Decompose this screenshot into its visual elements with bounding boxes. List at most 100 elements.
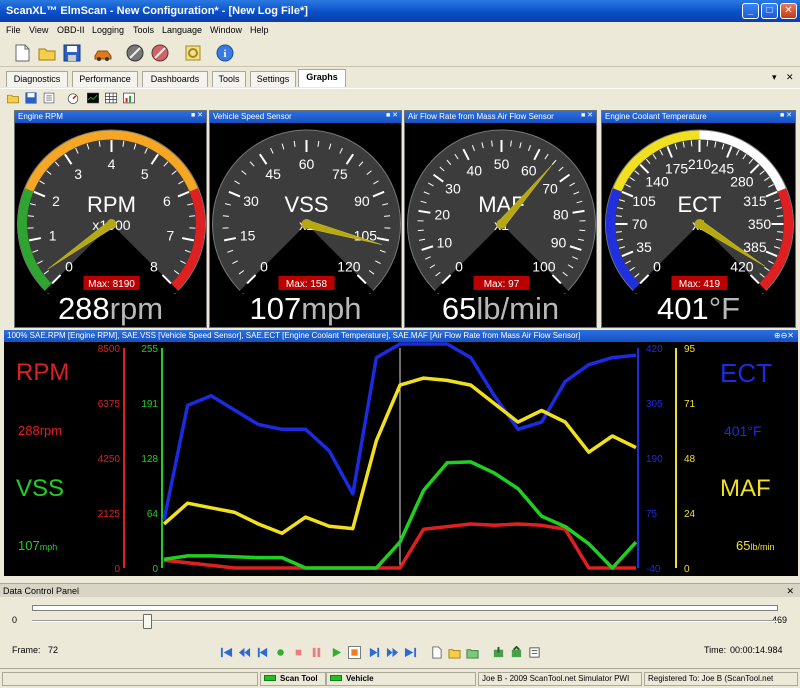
menu-file[interactable]: File	[6, 25, 21, 35]
gauge-tick-label: 105	[632, 193, 656, 209]
graph-view-icon[interactable]	[86, 91, 100, 105]
step-back-icon[interactable]	[256, 646, 269, 659]
disconnect-icon[interactable]	[150, 43, 170, 63]
table-view-icon[interactable]	[104, 91, 118, 105]
chart-export-icon[interactable]	[122, 91, 136, 105]
log-settings-icon[interactable]	[528, 646, 541, 659]
menu-help[interactable]: Help	[250, 25, 269, 35]
save-icon[interactable]	[62, 43, 82, 63]
graph-axis-label: 190	[646, 454, 663, 465]
gauge-tick-label: 7	[166, 228, 174, 244]
open-folder-icon[interactable]	[37, 43, 57, 63]
dcp-close-icon[interactable]: ✕	[786, 584, 794, 598]
time-value: 00:00:14.984	[730, 645, 783, 655]
gauge-tick-label: 10	[437, 235, 453, 251]
frame-slider-thumb[interactable]	[142, 614, 152, 629]
menu-window[interactable]: Window	[210, 25, 242, 35]
connect-icon[interactable]	[125, 43, 145, 63]
gauge-tick-label: 420	[730, 258, 754, 274]
gauge-icon[interactable]	[66, 91, 80, 105]
play-icon[interactable]	[330, 646, 343, 659]
reading-value: 288	[57, 291, 110, 326]
first-frame-icon[interactable]	[220, 646, 233, 659]
gauge-tick-label: 1	[49, 228, 57, 244]
menu-view[interactable]: View	[29, 25, 48, 35]
gauge-tick-label: 175	[665, 161, 689, 177]
pause-icon[interactable]	[310, 646, 323, 659]
data-control-panel: 0 469 Frame: 72 Time: 00:00:14.984	[0, 597, 800, 667]
gauge-panel-ect: Engine Coolant Temperature ■ ✕ 0 35 70 105 1…	[601, 110, 796, 328]
svg-text:i: i	[223, 48, 226, 60]
tab-tools[interactable]: Tools	[212, 71, 246, 87]
menu-logging[interactable]: Logging	[92, 25, 124, 35]
panel-buttons-icon[interactable]: ■ ✕	[581, 111, 593, 119]
vehicle-icon[interactable]	[93, 43, 113, 63]
properties-icon[interactable]	[42, 91, 56, 105]
gauge-tick-label: 70	[542, 181, 558, 197]
gauge-reading: 65lb/min	[405, 293, 596, 325]
graph-axis-label: 305	[646, 399, 663, 410]
step-forward-icon[interactable]	[368, 646, 381, 659]
panel-buttons-icon[interactable]: ■ ✕	[191, 111, 203, 119]
gauge-tick-label: 30	[445, 181, 461, 197]
minor-tick	[615, 231, 622, 233]
graph-title-bar: 100% SAE.RPM [Engine RPM], SAE.VSS [Vehi…	[4, 330, 798, 342]
menu-obd2[interactable]: OBD-II	[57, 25, 85, 35]
maf-gauge: 0102030405060708090100MAFx1Max: 97	[407, 129, 596, 294]
open-folder-icon[interactable]	[6, 91, 20, 105]
stop-icon[interactable]	[292, 646, 305, 659]
rewind-icon[interactable]	[238, 646, 251, 659]
svg-text:107mph: 107mph	[18, 538, 57, 553]
record-icon[interactable]	[274, 646, 287, 659]
minor-tick	[384, 215, 391, 217]
panel-buttons-icon[interactable]: ■ ✕	[780, 111, 792, 119]
tab-close-icon[interactable]: ✕	[786, 72, 794, 83]
tab-strip: Diagnostics Performance Dashboards Tools…	[0, 69, 800, 87]
new-file-icon[interactable]	[12, 43, 32, 63]
minimize-button[interactable]: _	[742, 3, 759, 19]
tab-diagnostics[interactable]: Diagnostics	[6, 71, 68, 87]
save-log-icon[interactable]	[466, 646, 479, 659]
tab-dashboards[interactable]: Dashboards	[142, 71, 208, 87]
gauge-tick-label: 70	[632, 216, 648, 232]
minor-tick	[777, 215, 784, 217]
minor-tick	[706, 140, 709, 147]
settings-icon[interactable]	[183, 43, 203, 63]
range-min: 0	[12, 615, 18, 625]
menu-tools[interactable]: Tools	[133, 25, 154, 35]
graph-axis-label: 8500	[98, 344, 121, 355]
minor-tick	[690, 140, 693, 147]
graph-axis-label: 0	[152, 564, 158, 575]
menu-bar: File View OBD-II Logging Tools Language …	[0, 22, 800, 39]
import-icon[interactable]	[492, 646, 505, 659]
save-icon[interactable]	[24, 91, 38, 105]
graph-axis-label: 2125	[98, 509, 121, 520]
maximize-button[interactable]: □	[761, 3, 778, 19]
graph-axis-label: 95	[684, 344, 696, 355]
graph-window-buttons-icon[interactable]: ⊕⊖✕	[774, 330, 794, 342]
ect-series-value: 401°F	[724, 423, 762, 439]
gauge-tick-label: 45	[265, 166, 281, 182]
open-log-icon[interactable]	[448, 646, 461, 659]
about-icon[interactable]: i	[215, 43, 235, 63]
progress-track	[32, 605, 778, 611]
gauge-tick-label: 40	[466, 163, 482, 179]
tab-performance[interactable]: Performance	[72, 71, 138, 87]
tab-graphs[interactable]: Graphs	[298, 69, 346, 87]
fast-forward-icon[interactable]	[386, 646, 399, 659]
frame-value: 72	[48, 645, 59, 655]
stop-playback-icon[interactable]	[348, 646, 361, 659]
menu-language[interactable]: Language	[162, 25, 202, 35]
close-button[interactable]: ✕	[780, 3, 797, 19]
tab-menu-icon[interactable]: ▾	[772, 72, 777, 83]
status-copyright: Joe B - 2009 ScanTool.net Simulator PWI	[478, 672, 642, 686]
gauge-title: Engine RPM	[15, 111, 206, 123]
export-icon[interactable]	[510, 646, 523, 659]
tab-settings[interactable]: Settings	[250, 71, 296, 87]
last-frame-icon[interactable]	[404, 646, 417, 659]
panel-buttons-icon[interactable]: ■ ✕	[386, 111, 398, 119]
data-control-panel-header: Data Control Panel ✕	[0, 583, 800, 597]
new-log-icon[interactable]	[430, 646, 443, 659]
max-value-label: Max: 8190	[88, 279, 135, 290]
graph-title: 100% SAE.RPM [Engine RPM], SAE.VSS [Vehi…	[7, 331, 581, 340]
